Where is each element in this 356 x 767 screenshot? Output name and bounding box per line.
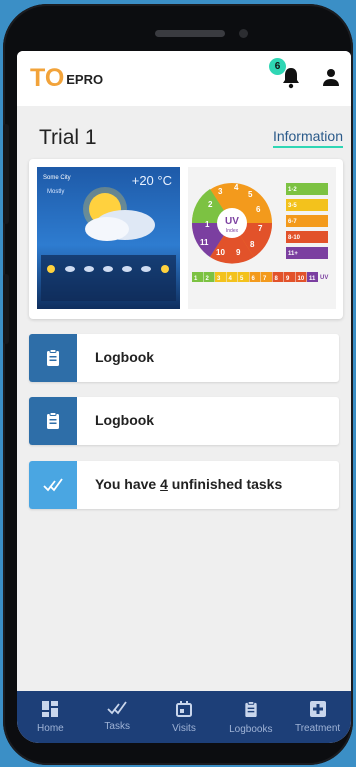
uv-legend-item: 11+: [288, 251, 298, 257]
clipboard-icon: [29, 334, 77, 382]
uv-scale-number: 11: [309, 276, 316, 282]
phone-frame: TO EPRO 6 Trial 1 Information Some City …: [3, 4, 353, 765]
calendar-icon: [175, 701, 192, 717]
uv-dial-number: 8: [250, 240, 255, 249]
bottom-navigation: Home Tasks Visits Logbooks Treatment: [17, 691, 351, 743]
uv-legend-item: 8-10: [288, 235, 301, 241]
uv-dial-number: 9: [236, 248, 241, 257]
info-images-card: Some City +20 °C Mostly 1 2 3 4 5 6 7 8 …: [29, 159, 343, 319]
uv-dial-number: 7: [258, 224, 263, 233]
uv-legend-item: 6-7: [288, 219, 297, 225]
uv-dial-number: 1: [205, 220, 210, 229]
tasks-suffix: unfinished tasks: [167, 476, 283, 492]
uv-dial-number: 6: [256, 205, 261, 214]
logo-text: EPRO: [66, 72, 104, 87]
medical-cross-icon: [309, 701, 326, 717]
double-check-icon: [107, 701, 127, 715]
side-button: [3, 124, 9, 224]
uv-scale-number: 10: [298, 276, 305, 282]
nav-home[interactable]: Home: [17, 691, 83, 743]
unfinished-count: 4: [160, 476, 168, 492]
nav-label: Visits: [172, 723, 196, 734]
speaker: [155, 30, 225, 37]
nav-tasks[interactable]: Tasks: [84, 691, 150, 743]
clipboard-icon: [29, 397, 77, 445]
uv-dial-number: 10: [216, 248, 225, 257]
nav-visits[interactable]: Visits: [151, 691, 217, 743]
uv-legend-item: 3-5: [288, 203, 297, 209]
logbook-label: Logbook: [95, 412, 155, 428]
nav-label: Tasks: [104, 721, 130, 732]
uv-center-label: UV: [225, 216, 239, 227]
logbook-row[interactable]: Logbook: [29, 334, 339, 382]
uv-dial-art: 1 2 3 4 5 6 7 8 9 10 11 UV Index 1-2 3-5…: [191, 183, 328, 282]
page-title-bar: Trial 1 Information: [17, 106, 351, 156]
uv-dial-number: 5: [248, 190, 253, 199]
app-screen: TO EPRO 6 Trial 1 Information Some City …: [17, 51, 351, 743]
uv-dial-number: 11: [200, 238, 209, 247]
uv-center-sub: Index: [226, 228, 239, 234]
front-camera: [239, 29, 248, 38]
nav-label: Home: [37, 723, 64, 734]
page-title: Trial 1: [39, 126, 97, 149]
uv-scale-end: UV: [320, 275, 328, 281]
uv-dial-number: 4: [234, 183, 239, 192]
tasks-prefix: You have: [95, 476, 161, 492]
logbook-label: Logbook: [95, 349, 155, 365]
uv-dial-number: 3: [218, 187, 223, 196]
home-grid-icon: [42, 701, 59, 717]
user-icon[interactable]: [322, 67, 340, 87]
uv-index-image: 1 2 3 4 5 6 7 8 9 10 11 UV Index 1-2 3-5…: [188, 167, 336, 309]
uv-dial-number: 2: [208, 200, 213, 209]
app-header: TO EPRO 6: [17, 51, 351, 106]
weather-image: Some City +20 °C Mostly: [37, 167, 180, 309]
nav-logbooks[interactable]: Logbooks: [218, 691, 284, 743]
unfinished-tasks-row[interactable]: You have 4 unfinished tasks: [29, 461, 339, 509]
double-check-icon: [29, 461, 77, 509]
weather-art: [41, 187, 176, 301]
logo-mark: TO: [30, 64, 65, 92]
notification-badge: 6: [269, 58, 286, 75]
unfinished-tasks-label: You have 4 unfinished tasks: [95, 476, 282, 492]
uv-legend-item: 1-2: [288, 187, 297, 193]
app-logo: TO EPRO: [30, 64, 104, 92]
clipboard-icon: [245, 701, 257, 718]
information-link[interactable]: Information: [272, 128, 343, 148]
nav-treatment[interactable]: Treatment: [285, 691, 351, 743]
nav-label: Logbooks: [229, 724, 273, 735]
nav-label: Treatment: [294, 723, 341, 734]
logbook-row[interactable]: Logbook: [29, 397, 339, 445]
side-button: [3, 274, 9, 344]
